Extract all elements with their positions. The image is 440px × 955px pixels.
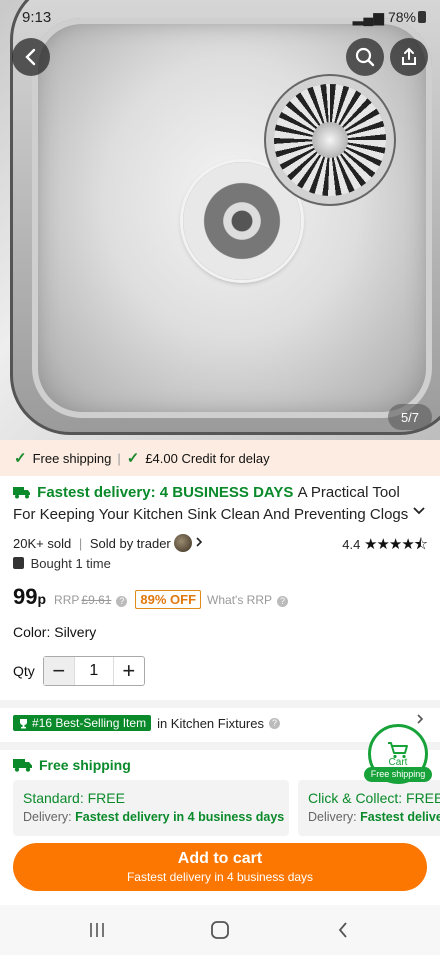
bought-text: Bought 1 time <box>30 556 111 571</box>
chevron-right-icon <box>196 537 203 547</box>
back-nav-button[interactable] <box>328 917 358 943</box>
battery-icon <box>418 11 426 23</box>
share-icon <box>402 47 416 65</box>
product-image[interactable]: 9:13 ▂▄▆ 78% 5/7 <box>0 0 440 440</box>
search-button[interactable] <box>346 38 384 76</box>
status-time: 9:13 <box>22 9 52 26</box>
back-button[interactable] <box>12 38 50 76</box>
delivery-value: Fastest delivery in 4 business days <box>360 810 440 824</box>
color-selector[interactable]: Color: Silvery <box>13 624 96 640</box>
bag-icon <box>13 557 24 569</box>
sink-strainer <box>274 84 386 196</box>
qty-label: Qty <box>13 663 35 679</box>
delivery-label: Delivery: <box>308 810 357 824</box>
check-icon: ✓ <box>14 450 27 467</box>
fastest-delivery: Fastest delivery: 4 BUSINESS DAYS <box>13 484 298 501</box>
rating-value: 4.4 <box>342 537 361 552</box>
delivery-label: Delivery: <box>23 810 72 824</box>
image-counter: 5/7 <box>388 404 432 430</box>
bestseller-category: in Kitchen Fixtures <box>157 715 264 731</box>
signal-icon: ▂▄▆ <box>352 9 385 25</box>
sold-by-text: Sold by trader <box>89 536 171 551</box>
credit-text: £4.00 Credit for delay <box>145 450 270 466</box>
quantity-input[interactable]: 1 <box>73 657 114 685</box>
info-icon[interactable]: ? <box>277 596 289 607</box>
trader-avatar <box>173 534 192 552</box>
status-right: ▂▄▆ 78% <box>353 9 426 26</box>
trophy-icon <box>20 718 27 728</box>
bought-info: Bought 1 time <box>13 556 111 571</box>
sold-by-link[interactable]: Sold by trader <box>89 534 204 552</box>
add-to-cart-label: Add to cart <box>177 850 263 867</box>
free-shipping-heading: Free shipping <box>13 757 131 773</box>
chevron-down-icon[interactable] <box>412 506 426 516</box>
meta-row: 20K+ sold | Sold by trader 4.4 ★★★★⯪ <box>13 534 428 553</box>
quantity-stepper: − 1 + <box>42 656 145 686</box>
color-value: Silvery <box>54 624 97 640</box>
price: 99 <box>13 584 38 609</box>
recent-apps-button[interactable] <box>82 917 112 943</box>
delivery-value: Fastest delivery in 4 business days <box>75 810 285 824</box>
star-icons: ★★★★⯪ <box>364 536 428 553</box>
section-divider <box>0 700 440 708</box>
info-icon[interactable]: ? <box>116 596 128 607</box>
truck-icon <box>13 759 32 772</box>
color-label: Color: <box>13 624 51 640</box>
rating[interactable]: 4.4 ★★★★⯪ <box>342 534 428 559</box>
shipping-option-title: Click & Collect: FREE <box>308 790 440 806</box>
status-bar: 9:13 ▂▄▆ 78% <box>14 8 426 28</box>
free-shipping-text: Free shipping <box>32 450 112 466</box>
system-nav-bar <box>0 905 440 955</box>
share-button[interactable] <box>390 38 428 76</box>
home-icon <box>211 921 229 939</box>
sold-count: 20K+ sold <box>13 536 72 551</box>
whats-rrp-link[interactable]: What's RRP <box>207 593 272 607</box>
free-shipping-heading-text: Free shipping <box>39 757 131 773</box>
chevron-right-icon[interactable] <box>416 713 424 725</box>
cart-free-shipping-badge: Free shipping <box>364 767 432 782</box>
bestseller-text: #16 Best-Selling Item <box>32 716 147 730</box>
shipping-option-title: Standard: FREE <box>23 790 125 806</box>
bestseller-row[interactable]: #16 Best-Selling Item in Kitchen Fixture… <box>13 714 288 732</box>
cart-label: Cart <box>388 756 408 768</box>
price-unit: p <box>37 591 47 607</box>
fastest-delivery-text: Fastest delivery: 4 BUSINESS DAYS <box>37 484 294 501</box>
shipping-banner[interactable]: ✓ Free shipping | ✓ £4.00 Credit for del… <box>0 440 440 476</box>
chevron-left-icon <box>25 48 36 66</box>
rrp-value: £9.61 <box>81 593 112 607</box>
divider: | <box>117 450 121 466</box>
add-to-cart-button[interactable]: Add to cart Fastest delivery in 4 busine… <box>13 843 427 891</box>
search-icon <box>355 47 375 67</box>
shipping-option-standard[interactable]: Standard: FREE Delivery: Fastest deliver… <box>13 780 289 836</box>
battery-level: 78% <box>387 9 416 25</box>
truck-icon <box>13 487 30 499</box>
divider: | <box>78 536 83 551</box>
shipping-option-delivery: Delivery: Fastest delivery in 4 business… <box>308 810 440 824</box>
shipping-option-click-collect[interactable]: Click & Collect: FREE Delivery: Fastest … <box>298 780 440 836</box>
check-icon: ✓ <box>126 450 140 467</box>
add-to-cart-subtext: Fastest delivery in 4 business days <box>126 870 314 884</box>
increase-button[interactable]: + <box>114 657 144 685</box>
info-icon[interactable]: ? <box>269 717 280 729</box>
bestseller-badge: #16 Best-Selling Item <box>13 715 152 731</box>
sink-drain <box>183 162 301 280</box>
rrp-label: RRP <box>54 593 80 607</box>
shipping-option-delivery: Delivery: Fastest delivery in 4 business… <box>23 810 284 824</box>
product-title[interactable]: Fastest delivery: 4 BUSINESS DAYS A Prac… <box>13 482 413 526</box>
decrease-button[interactable]: − <box>43 657 74 685</box>
quantity-row: Qty − 1 + <box>13 656 145 686</box>
back-icon <box>338 922 347 938</box>
home-button[interactable] <box>205 917 235 943</box>
discount-badge: 89% OFF <box>135 590 202 609</box>
price-row: 99 p RRP £9.61 ? 89% OFF What's RRP ? <box>13 584 296 610</box>
recent-apps-icon <box>90 923 104 937</box>
